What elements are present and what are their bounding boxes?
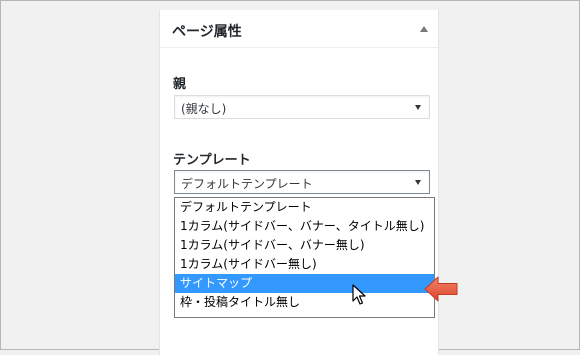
mouse-cursor-icon — [352, 284, 366, 305]
parent-select[interactable]: (親なし) — [174, 95, 430, 119]
template-option[interactable]: 枠・投稿タイトル無し — [175, 293, 434, 312]
template-option[interactable]: デフォルトテンプレート — [175, 198, 434, 217]
template-select-value: デフォルトテンプレート — [181, 177, 313, 191]
metabox-header[interactable]: ページ属性 — [160, 10, 438, 48]
template-option[interactable]: 1カラム(サイドバー、バナー無し) — [175, 236, 434, 255]
template-label: テンプレート — [173, 153, 251, 168]
template-option[interactable]: 1カラム(サイドバー無し) — [175, 255, 434, 274]
parent-label: 親 — [173, 77, 187, 92]
parent-select-value: (親なし) — [181, 102, 227, 116]
dropdown-arrow-icon — [415, 105, 421, 110]
dropdown-arrow-icon — [415, 180, 421, 185]
metabox-title: ページ属性 — [172, 24, 242, 40]
annotation-arrow-icon — [424, 276, 458, 302]
template-select[interactable]: デフォルトテンプレート — [174, 170, 430, 194]
template-option[interactable]: 1カラム(サイドバー、バナー、タイトル無し) — [175, 217, 434, 236]
template-option-highlighted[interactable]: サイトマップ — [175, 274, 434, 293]
chevron-up-icon[interactable] — [420, 26, 428, 32]
template-dropdown-list[interactable]: デフォルトテンプレート 1カラム(サイドバー、バナー、タイトル無し) 1カラム(… — [174, 197, 435, 318]
